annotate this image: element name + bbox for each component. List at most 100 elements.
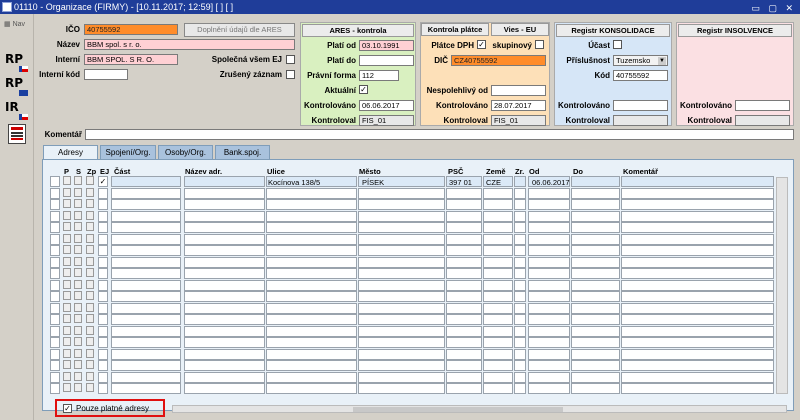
table-cell[interactable]: [63, 233, 71, 243]
table-cell[interactable]: [483, 360, 513, 371]
table-cell[interactable]: [358, 268, 445, 279]
table-cell[interactable]: [446, 187, 482, 199]
table-cell[interactable]: [184, 314, 265, 325]
table-cell[interactable]: [446, 348, 482, 360]
ares-fill-button[interactable]: Doplnění údajů dle ARES: [184, 23, 295, 37]
table-cell[interactable]: [266, 256, 357, 268]
table-cell[interactable]: [98, 325, 108, 337]
table-cell[interactable]: [528, 325, 570, 337]
table-cell[interactable]: [266, 210, 357, 222]
table-cell[interactable]: [63, 337, 71, 346]
table-cell[interactable]: [74, 279, 82, 289]
table-cell[interactable]: [184, 222, 265, 233]
table-cell[interactable]: [571, 176, 620, 187]
table-cell[interactable]: [358, 337, 445, 348]
table-cell[interactable]: [446, 291, 482, 302]
insolvence-kontrolovano-field[interactable]: [735, 100, 790, 111]
table-cell[interactable]: [514, 314, 526, 325]
table-cell[interactable]: [266, 233, 357, 245]
table-cell[interactable]: [358, 279, 445, 291]
table-cell[interactable]: [483, 268, 513, 279]
table-cell[interactable]: [528, 256, 570, 268]
table-cell[interactable]: [184, 199, 265, 210]
table-cell[interactable]: [446, 268, 482, 279]
table-cell[interactable]: [50, 325, 60, 337]
table-cell[interactable]: [50, 256, 60, 268]
table-cell[interactable]: [446, 360, 482, 371]
table-cell[interactable]: [528, 279, 570, 291]
table-cell[interactable]: [514, 245, 526, 256]
tab-adresy[interactable]: Adresy: [43, 145, 98, 159]
table-cell[interactable]: [111, 256, 181, 268]
table-cell[interactable]: [483, 314, 513, 325]
table-cell[interactable]: [483, 199, 513, 210]
table-cell[interactable]: [528, 222, 570, 233]
table-cell[interactable]: [446, 210, 482, 222]
table-cell[interactable]: [50, 176, 60, 187]
table-cell[interactable]: [184, 176, 265, 187]
table-cell[interactable]: [266, 187, 357, 199]
konsolidace-kontrolovano-field[interactable]: [613, 100, 668, 111]
table-cell[interactable]: [111, 176, 181, 187]
table-cell[interactable]: [74, 176, 82, 185]
table-cell[interactable]: [50, 383, 60, 394]
table-cell[interactable]: [358, 210, 445, 222]
table-cell[interactable]: [74, 187, 82, 197]
table-cell[interactable]: [86, 302, 94, 312]
table-cell[interactable]: [63, 256, 71, 266]
table-cell[interactable]: [621, 291, 774, 302]
table-cell[interactable]: [621, 176, 774, 187]
table-cell[interactable]: ✓: [98, 176, 108, 187]
table-cell[interactable]: [446, 279, 482, 291]
table-cell[interactable]: [86, 279, 94, 289]
tab-bank-spoj[interactable]: Bank.spoj.: [215, 145, 270, 159]
table-cell[interactable]: [621, 268, 774, 279]
table-cell[interactable]: [74, 268, 82, 277]
table-cell[interactable]: [446, 199, 482, 210]
table-cell[interactable]: [98, 187, 108, 199]
table-cell[interactable]: [358, 187, 445, 199]
table-cell[interactable]: [111, 233, 181, 245]
table-cell[interactable]: [514, 348, 526, 360]
table-cell[interactable]: [111, 325, 181, 337]
table-cell[interactable]: [184, 325, 265, 337]
table-cell[interactable]: [528, 233, 570, 245]
table-cell[interactable]: [571, 383, 620, 394]
table-cell[interactable]: [86, 233, 94, 243]
table-cell[interactable]: [74, 210, 82, 220]
table-cell[interactable]: [111, 268, 181, 279]
table-cell[interactable]: [98, 268, 108, 279]
nav-label[interactable]: ▦ Nav: [4, 20, 25, 28]
platce-kontroloval-field[interactable]: FIS_01: [491, 115, 546, 126]
chevron-down-icon[interactable]: ▼: [658, 57, 666, 65]
table-cell[interactable]: [111, 222, 181, 233]
table-cell[interactable]: [528, 360, 570, 371]
table-cell[interactable]: [63, 348, 71, 358]
table-cell[interactable]: [86, 325, 94, 335]
table-cell[interactable]: [98, 291, 108, 302]
table-cell[interactable]: [571, 337, 620, 348]
table-cell[interactable]: [98, 222, 108, 233]
table-cell[interactable]: [514, 176, 526, 187]
table-cell[interactable]: [621, 371, 774, 383]
table-cell[interactable]: [111, 371, 181, 383]
table-cell[interactable]: [446, 383, 482, 394]
ico-field[interactable]: 40755592: [84, 24, 178, 35]
table-cell[interactable]: [528, 291, 570, 302]
dic-field[interactable]: CZ40755592: [451, 55, 546, 66]
spolecna-checkbox[interactable]: [286, 55, 295, 64]
plati-do-field[interactable]: [359, 55, 414, 66]
nazev-field[interactable]: BBM spol. s r. o.: [84, 39, 295, 50]
ucast-checkbox[interactable]: [613, 40, 622, 49]
table-cell[interactable]: [514, 371, 526, 383]
table-cell[interactable]: [86, 337, 94, 346]
table-cell[interactable]: [74, 245, 82, 254]
table-cell[interactable]: [63, 245, 71, 254]
table-cell[interactable]: [266, 314, 357, 325]
table-cell[interactable]: [514, 291, 526, 302]
table-cell[interactable]: [571, 325, 620, 337]
table-cell[interactable]: [358, 360, 445, 371]
table-cell[interactable]: [86, 222, 94, 231]
table-cell[interactable]: [266, 245, 357, 256]
table-cell[interactable]: [50, 291, 60, 302]
